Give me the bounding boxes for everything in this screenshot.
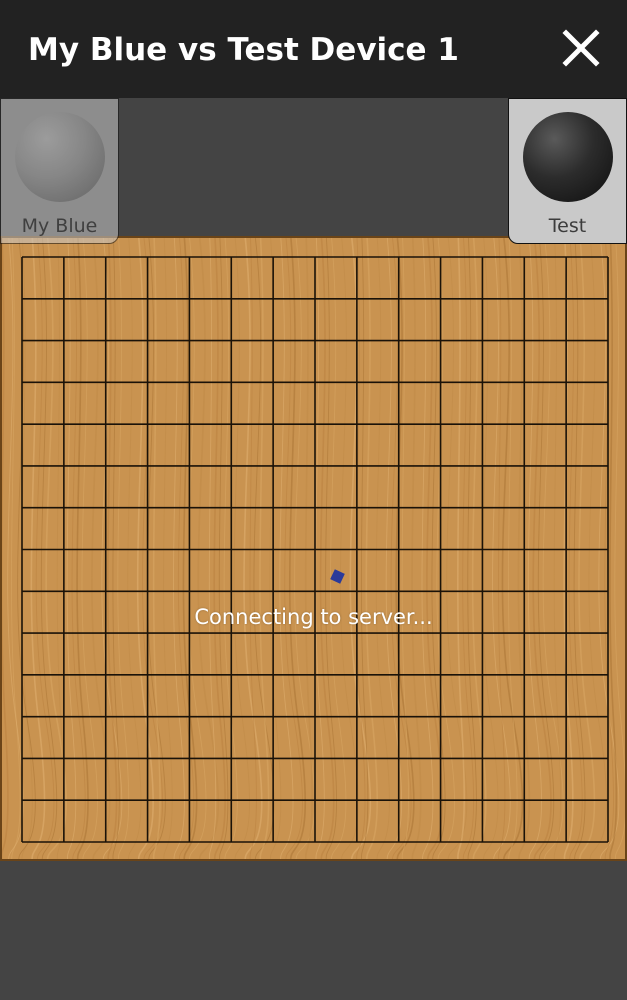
game-board[interactable] [0,236,627,861]
close-button[interactable] [557,24,605,72]
game-title: My Blue vs Test Device 1 [28,32,459,68]
player-name-right: Test [548,215,587,237]
app-bar: My Blue vs Test Device 1 [0,0,627,98]
white-stone-icon [15,112,105,202]
close-icon [562,29,600,67]
connection-status: Connecting to server... [194,605,433,629]
player-card-my-blue: My Blue [0,98,119,244]
player-card-test: Test [508,98,627,244]
black-stone-icon [523,112,613,202]
player-name-left: My Blue [21,215,98,237]
board-grid[interactable] [2,238,627,861]
bottom-area [0,861,627,1000]
